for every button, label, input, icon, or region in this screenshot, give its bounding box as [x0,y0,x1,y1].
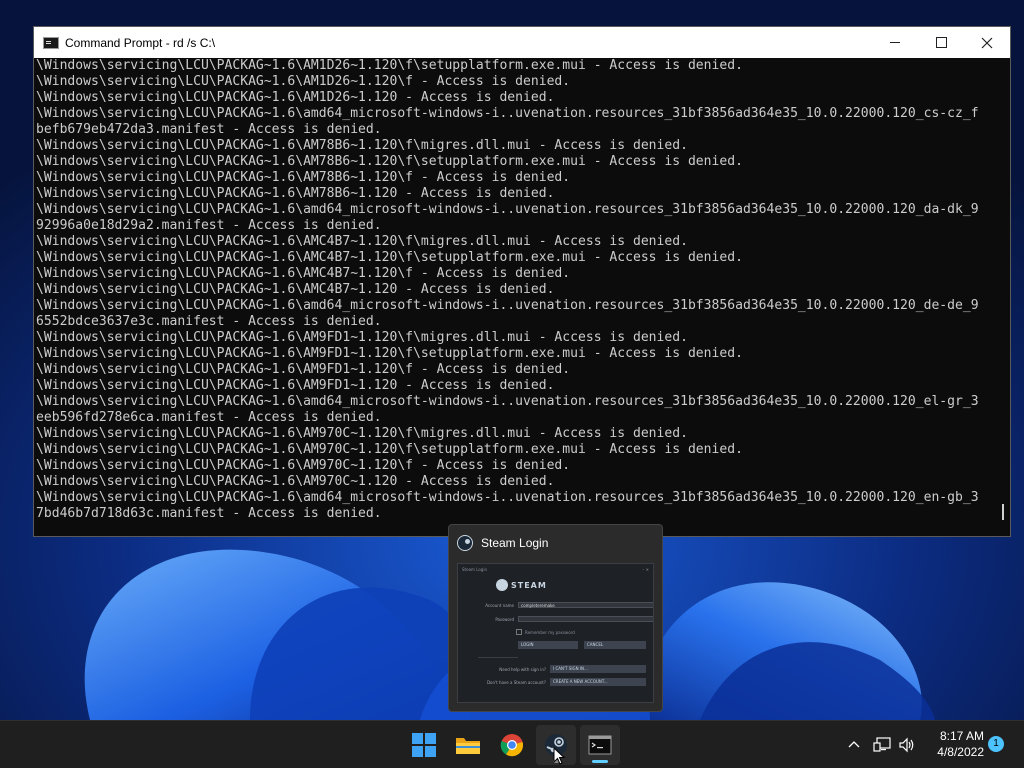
thumb-remember-row: Remember my password [516,629,575,635]
cmd-titlebar[interactable]: Command Prompt - rd /s C:\ [34,27,1010,58]
close-icon [981,37,993,48]
steam-logo-icon [496,579,508,591]
taskbar-file-explorer[interactable] [448,725,488,765]
thumb-create-label: Don't have a Steam account? [486,679,546,685]
terminal-icon [588,735,612,755]
steam-icon [457,535,473,551]
console-line: \Windows\servicing\LCU\PACKAG~1.6\AM970C… [36,458,571,473]
console-line: \Windows\servicing\LCU\PACKAG~1.6\AM9FD1… [36,346,743,361]
console-line: \Windows\servicing\LCU\PACKAG~1.6\AM970C… [36,426,688,441]
thumb-cancel-button: CANCEL [584,641,646,649]
console-line: \Windows\servicing\LCU\PACKAG~1.6\amd64_… [36,202,979,217]
thumb-remember-label: Remember my password [525,629,575,635]
thumb-create-button: CREATE A NEW ACCOUNT... [550,678,646,686]
chrome-icon [500,734,524,757]
thumb-help-button: I CAN'T SIGN IN... [550,665,646,673]
windows-logo-icon [412,733,436,757]
cmd-active-indicator [592,760,608,763]
thumb-create-row: Don't have a Steam account? CREATE A NEW… [466,678,646,686]
minimize-icon [890,42,900,43]
thumb-password-row: Password [466,616,653,622]
console-line: eeb596fd278e6ca.manifest - Access is den… [36,410,382,425]
console-scrollbar[interactable] [1002,504,1004,520]
console-line: \Windows\servicing\LCU\PACKAG~1.6\AM1D26… [36,74,571,89]
mouse-cursor-icon [553,747,565,765]
console-line: \Windows\servicing\LCU\PACKAG~1.6\AM9FD1… [36,330,688,345]
console-line: \Windows\servicing\LCU\PACKAG~1.6\AM78B6… [36,154,743,169]
console-line: \Windows\servicing\LCU\PACKAG~1.6\amd64_… [36,490,979,505]
system-clock[interactable]: 8:17 AM 4/8/2022 [926,728,984,760]
console-line: 6552bdce3637e3c.manifest - Access is den… [36,314,382,329]
console-line: \Windows\servicing\LCU\PACKAG~1.6\AM9FD1… [36,362,571,377]
console-output[interactable]: \Windows\servicing\LCU\PACKAG~1.6\AM1D26… [34,58,1010,536]
preview-header: Steam Login [449,525,662,561]
close-button[interactable] [964,27,1010,58]
thumb-titlebar: Steam Login – ✕ [458,564,653,575]
console-line: 92996a0e18d29a2.manifest - Access is den… [36,218,382,233]
maximize-button[interactable] [918,27,964,58]
console-line: \Windows\servicing\LCU\PACKAG~1.6\AMC4B7… [36,282,555,297]
minimize-button[interactable] [872,27,918,58]
thumb-account-field: completeremake [518,602,653,608]
thumb-login-button: LOGIN [518,641,578,649]
network-icon[interactable] [873,737,891,753]
thumb-divider [478,657,518,658]
start-button[interactable] [404,725,444,765]
console-line: \Windows\servicing\LCU\PACKAG~1.6\AM78B6… [36,186,555,201]
console-line: \Windows\servicing\LCU\PACKAG~1.6\AM1D26… [36,58,743,73]
maximize-icon [935,37,947,48]
console-line: befb679eb472da3.manifest - Access is den… [36,122,382,137]
console-line: \Windows\servicing\LCU\PACKAG~1.6\AM970C… [36,474,555,489]
steam-taskbar-preview[interactable]: Steam Login Steam Login – ✕ STEAM Accoun… [448,524,663,712]
console-line: \Windows\servicing\LCU\PACKAG~1.6\AMC4B7… [36,234,688,249]
console-line: \Windows\servicing\LCU\PACKAG~1.6\AMC4B7… [36,266,571,281]
console-line: \Windows\servicing\LCU\PACKAG~1.6\AM970C… [36,442,743,457]
clock-date: 4/8/2022 [937,745,984,759]
thumb-help-label: Need help with sign in? [499,666,546,672]
thumb-account-row: Account name completeremake [466,602,653,608]
notification-badge[interactable]: 1 [988,736,1004,752]
console-line: \Windows\servicing\LCU\PACKAG~1.6\AM78B6… [36,138,688,153]
preview-title: Steam Login [481,536,549,550]
console-line: \Windows\servicing\LCU\PACKAG~1.6\amd64_… [36,298,979,313]
folder-icon [456,738,480,754]
thumb-password-label: Password [495,616,514,622]
steam-brand-text: STEAM [511,580,547,590]
thumb-password-field [518,616,653,622]
thumb-button-row: LOGIN CANCEL [518,641,646,649]
steam-brand: STEAM [496,578,556,592]
console-app-icon [43,36,59,49]
taskbar-chrome[interactable] [492,725,532,765]
taskbar [0,720,1024,768]
thumb-close-icon: – ✕ [642,567,649,572]
console-line: \Windows\servicing\LCU\PACKAG~1.6\amd64_… [36,106,979,121]
console-line: \Windows\servicing\LCU\PACKAG~1.6\amd64_… [36,394,979,409]
console-line: \Windows\servicing\LCU\PACKAG~1.6\AM78B6… [36,170,571,185]
show-hidden-icons-chevron-icon[interactable] [846,737,862,753]
console-line: 7bd46b7d718d63c.manifest - Access is den… [36,506,382,521]
thumb-remember-checkbox [516,629,522,635]
volume-icon[interactable] [898,737,916,753]
steam-login-thumbnail[interactable]: Steam Login – ✕ STEAM Account name compl… [457,563,654,703]
console-line: \Windows\servicing\LCU\PACKAG~1.6\AM1D26… [36,90,555,105]
thumb-window-title: Steam Login [462,567,487,572]
thumb-account-label: Account name [485,602,514,608]
command-prompt-window[interactable]: Command Prompt - rd /s C:\ \Windows\serv… [33,26,1011,537]
console-line: \Windows\servicing\LCU\PACKAG~1.6\AM9FD1… [36,378,555,393]
taskbar-command-prompt[interactable] [580,725,620,765]
console-line: \Windows\servicing\LCU\PACKAG~1.6\AMC4B7… [36,250,743,265]
clock-time: 8:17 AM [939,729,984,743]
thumb-help-row: Need help with sign in? I CAN'T SIGN IN.… [466,665,646,673]
cmd-window-title: Command Prompt - rd /s C:\ [65,35,216,50]
